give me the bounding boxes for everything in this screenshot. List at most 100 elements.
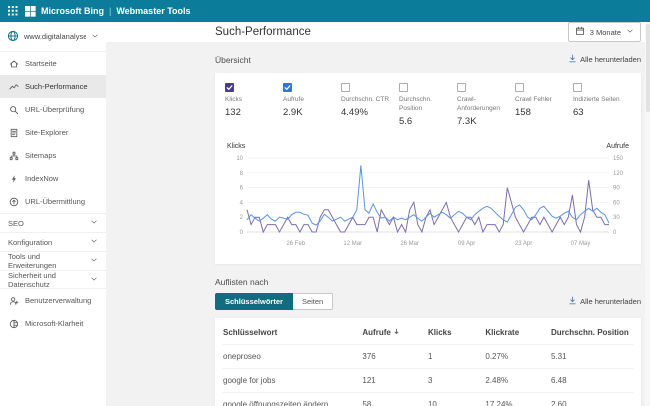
date-range-dropdown[interactable]: 3 Monate (567, 22, 641, 42)
metric-card-durchschn-ctr[interactable]: Durchschn. CTR 4.49% (341, 83, 392, 127)
table-cell: 1 (427, 343, 486, 369)
metric-label: Crawl-Anforderungen (457, 96, 501, 112)
metric-checkbox[interactable] (573, 83, 582, 92)
svg-text:07 May: 07 May (571, 241, 591, 247)
brand-name: Microsoft Bing (41, 6, 104, 16)
sidebar-item-indexnow[interactable]: IndexNow (0, 167, 106, 190)
toggle-schl-sselw-rter[interactable]: Schlüsselwörter (215, 292, 293, 310)
column-header-klickrate[interactable]: Klickrate (485, 320, 551, 345)
date-range-value: 3 Monate (589, 27, 621, 37)
metric-checkbox[interactable] (515, 83, 524, 92)
sort-down-icon (393, 328, 400, 337)
svg-text:12 Mar: 12 Mar (343, 241, 362, 247)
indexnow-icon (8, 174, 19, 184)
sidebar-item-site-explorer[interactable]: Site-Explorer (0, 121, 106, 144)
chevron-down-icon (626, 27, 634, 37)
svg-text:6: 6 (240, 185, 244, 191)
metric-checkbox[interactable] (225, 83, 234, 92)
table-cell: 5.31 (550, 343, 633, 369)
column-header-klicks[interactable]: Klicks (428, 320, 485, 345)
sidebar-item-url-bermittlung[interactable]: URL-Übermittlung (0, 190, 106, 213)
metric-label: Aufrufe (283, 96, 304, 103)
vertical-scrollbar[interactable] (645, 22, 650, 406)
metric-label: Crawl Fehler (515, 96, 552, 103)
content: Übersicht Alle herunterladen Klicks 132 … (106, 42, 650, 406)
overview-download-all-link[interactable]: Alle herunterladen (568, 54, 641, 65)
chevron-down-icon (91, 32, 99, 42)
metric-card-aufrufe[interactable]: Aufrufe 2.9K (283, 83, 334, 127)
table-cell: google öffnungszeiten ändern (223, 391, 363, 406)
column-header-aufrufe[interactable]: Aufrufe (362, 320, 428, 345)
table-cell: 3 (427, 367, 486, 393)
clarity-icon (8, 319, 19, 329)
download-icon (568, 54, 577, 65)
column-header-durchschn-position[interactable]: Durchschn. Position (551, 320, 633, 345)
metric-checkbox[interactable] (399, 83, 408, 92)
waffle-menu-icon[interactable] (8, 6, 18, 16)
sidebar-group-tools-und-erweiterungen[interactable]: Tools und Erweiterungen (0, 251, 106, 270)
table-row[interactable]: google for jobs 121 3 2.48% 6.48 (223, 367, 633, 393)
table-download-all-link[interactable]: Alle herunterladen (568, 296, 641, 307)
svg-text:23 Apr: 23 Apr (515, 241, 532, 247)
overview-card: Klicks 132 Aufrufe 2.9K Durchschn. CTR 4… (215, 73, 641, 264)
calendar-icon (575, 26, 585, 38)
page-title: Such-Performance (215, 26, 311, 38)
listing-section-title: Auflisten nach (215, 276, 269, 287)
metric-card-crawl-fehler[interactable]: Crawl Fehler 158 (515, 83, 566, 127)
sidebar-item-label: IndexNow (25, 174, 59, 183)
sidebar-item-label: Benutzerverwaltung (25, 296, 92, 305)
metric-label: Durchschn. Position (399, 96, 432, 112)
metric-value: 5.6 (399, 115, 413, 127)
sidebar-item-label: Such-Performance (25, 82, 88, 91)
brand: Microsoft Bing | Webmaster Tools (25, 5, 191, 17)
document-icon (8, 128, 19, 138)
metric-label: Durchschn. CTR (341, 96, 390, 103)
download-icon (568, 296, 577, 307)
metric-card-crawl-anforderungen[interactable]: Crawl-Anforderungen 7.3K (457, 83, 508, 127)
svg-text:10: 10 (236, 156, 243, 162)
svg-text:4: 4 (240, 200, 244, 206)
svg-text:0: 0 (613, 230, 617, 236)
sidebar-group-seo[interactable]: SEO (0, 213, 106, 232)
main-area: Such-Performance 3 Monate Übersicht Alle… (106, 22, 650, 406)
table-row[interactable]: google öffnungszeiten ändern 58 10 17.24% 2.… (223, 391, 633, 406)
metric-checkbox[interactable] (283, 83, 292, 92)
sidebar: www.digitalanalyse.de Startseite Such-Pe… (0, 22, 106, 406)
table-row[interactable]: oneproseo 376 1 0.27% 5.31 (223, 343, 633, 369)
metric-checkbox[interactable] (341, 83, 350, 92)
sidebar-item-url-berpr-fung[interactable]: URL-Überprüfung (0, 98, 106, 121)
site-selector[interactable]: www.digitalanalyse.de (0, 22, 106, 52)
sidebar-group-label: Konfiguration (8, 237, 53, 247)
chevron-down-icon (90, 275, 98, 285)
svg-text:60: 60 (613, 200, 620, 206)
metric-card-indizierte-seiten[interactable]: Indizierte Seiten 63 (573, 83, 624, 127)
sidebar-group-konfiguration[interactable]: Konfiguration (0, 232, 106, 251)
keywords-table: Schlüsselwort Aufrufe Klicks Klickrate Durch… (223, 320, 633, 406)
svg-text:150: 150 (613, 156, 624, 162)
title-bar: Such-Performance 3 Monate (106, 22, 650, 42)
table-cell: 10 (427, 391, 486, 406)
sidebar-item-benutzerverwaltung[interactable]: Benutzerverwaltung (0, 289, 106, 312)
metric-card-durchschn-position[interactable]: Durchschn. Position 5.6 (399, 83, 450, 127)
column-header-schl-sselwort[interactable]: Schlüsselwort (223, 320, 362, 345)
sidebar-group-sicherheit-und-datenschutz[interactable]: Sicherheit und Datenschutz (0, 270, 106, 289)
toggle-seiten[interactable]: Seiten (292, 292, 334, 310)
metric-checkbox[interactable] (457, 83, 466, 92)
sidebar-item-label: Microsoft-Klarheit (25, 319, 84, 328)
sidebar-item-startseite[interactable]: Startseite (0, 52, 106, 75)
sidebar-group-label: Tools und Erweiterungen (8, 252, 57, 270)
table-cell: 376 (362, 343, 428, 369)
sidebar-item-microsoft-klarheit[interactable]: Microsoft-Klarheit (0, 312, 106, 335)
sidebar-item-such-performance[interactable]: Such-Performance (0, 75, 106, 98)
metric-card-klicks[interactable]: Klicks 132 (225, 83, 276, 127)
sidebar-item-sitemaps[interactable]: Sitemaps (0, 144, 106, 167)
svg-text:0: 0 (240, 230, 244, 236)
keywords-table-card: Schlüsselwort Aufrufe Klicks Klickrate Durch… (215, 317, 641, 406)
microsoft-logo-icon (25, 5, 36, 17)
scrollbar-thumb[interactable] (645, 24, 650, 112)
svg-text:30: 30 (613, 215, 620, 221)
table-cell: 2.48% (485, 367, 551, 393)
people-icon (8, 296, 19, 306)
sidebar-item-label: Startseite (25, 59, 57, 68)
sitemap-icon (8, 151, 19, 161)
